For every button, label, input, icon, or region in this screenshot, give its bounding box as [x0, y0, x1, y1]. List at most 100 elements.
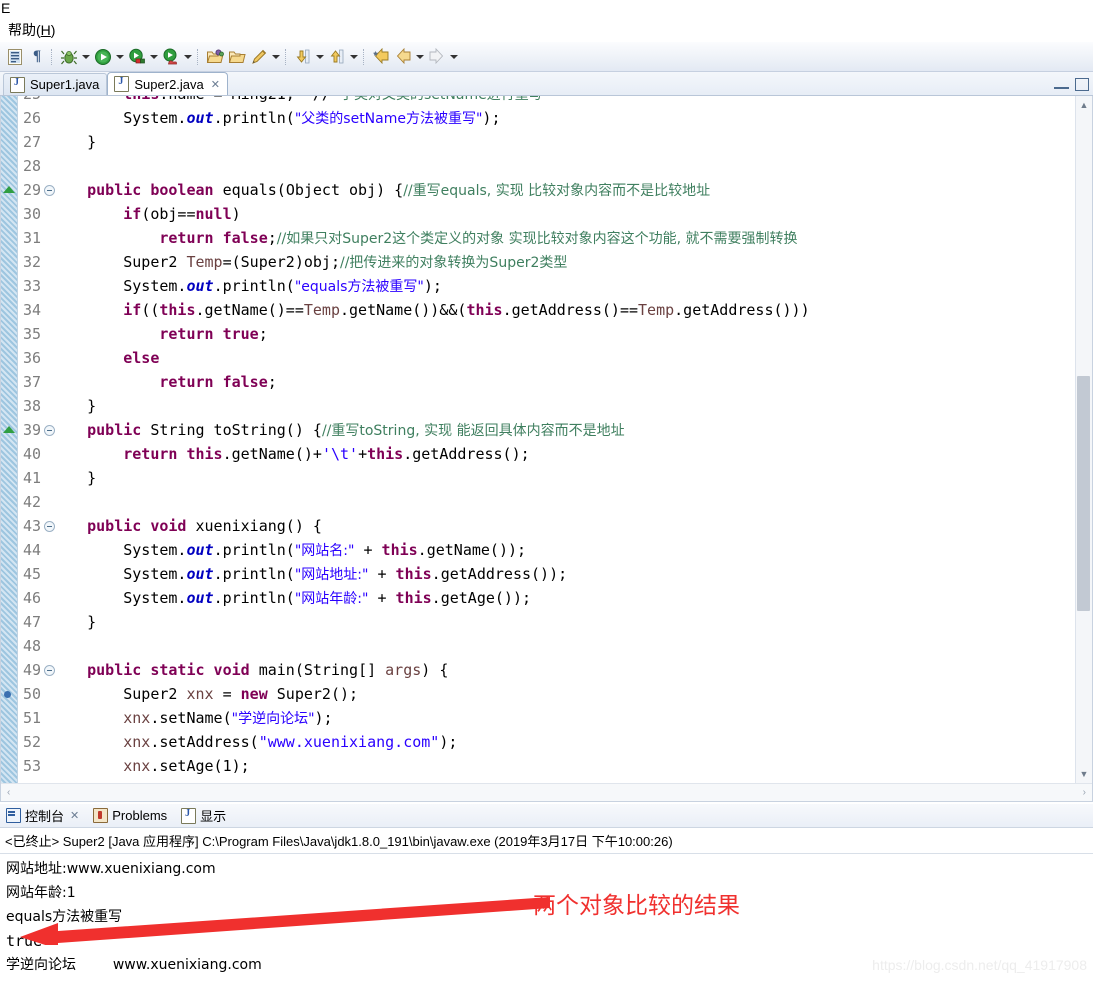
console-tab-label: Problems	[112, 808, 168, 823]
code-line[interactable]: 40 return this.getName()+'\t'+this.getAd…	[1, 442, 1076, 466]
code-line[interactable]: 33 System.out.println("equals方法被重写");	[1, 274, 1076, 298]
console-tab-console[interactable]: 控制台 ✕	[6, 806, 79, 825]
code-line[interactable]: 35 return true;	[1, 322, 1076, 346]
toolbar-separator	[51, 48, 55, 65]
console-icon	[6, 808, 21, 823]
previous-annotation-icon[interactable]	[292, 46, 314, 68]
window-top-strip: IDE 帮助(H)	[0, 0, 1093, 42]
console-tab-bar: 控制台 ✕ Problems 显示	[0, 804, 1093, 828]
run-dropdown-arrow[interactable]	[114, 47, 126, 67]
last-edit-location-icon[interactable]	[370, 46, 392, 68]
forward-dropdown-arrow[interactable]	[448, 47, 460, 67]
editor-tab-super2[interactable]: Super2.java ✕	[107, 72, 228, 95]
code-line[interactable]: 27 }	[1, 130, 1076, 154]
code-line[interactable]: 44 System.out.println("网站名:" + this.getN…	[1, 538, 1076, 562]
code-text: }	[51, 613, 97, 631]
editor-tab-label: Super2.java	[134, 76, 204, 92]
code-line[interactable]: 51 xnx.setName("学逆向论坛");	[1, 706, 1076, 730]
open-type-icon[interactable]	[4, 46, 26, 68]
run-icon[interactable]	[92, 46, 114, 68]
code-line[interactable]: 46 System.out.println("网站年龄:" + this.get…	[1, 586, 1076, 610]
fold-toggle-icon[interactable]	[44, 425, 55, 436]
code-line[interactable]: 42	[1, 490, 1076, 514]
code-line[interactable]: 34 if((this.getName()==Temp.getName())&&…	[1, 298, 1076, 322]
pilcrow-icon[interactable]: ¶	[26, 46, 48, 68]
next-annotation-icon[interactable]	[326, 46, 348, 68]
minimize-icon[interactable]	[1054, 79, 1069, 89]
close-icon[interactable]: ✕	[70, 809, 79, 822]
code-lines: 25 this.name = Ming21; // 子类对父类的setName进…	[1, 96, 1076, 778]
next-annotation-dropdown-arrow[interactable]	[348, 47, 360, 67]
forward-icon[interactable]	[426, 46, 448, 68]
code-line[interactable]: 30 if(obj==null)	[1, 202, 1076, 226]
fold-toggle-icon[interactable]	[44, 521, 55, 532]
scrollbar-thumb[interactable]	[1077, 376, 1090, 611]
maximize-icon[interactable]	[1075, 77, 1089, 91]
code-line[interactable]: 32 Super2 Temp=(Super2)obj;//把传进来的对象转换为S…	[1, 250, 1076, 274]
editor-horizontal-scrollbar[interactable]: ‹ ›	[1, 783, 1092, 801]
editor-vertical-scrollbar[interactable]: ▲ ▼	[1075, 96, 1092, 783]
toolbar-separator-3	[285, 48, 289, 65]
line-number: 52	[22, 733, 41, 751]
code-text: Super2 xnx = new Super2();	[123, 685, 359, 703]
scroll-right-icon[interactable]: ›	[1083, 787, 1086, 798]
code-line[interactable]: 41 }	[1, 466, 1076, 490]
editor-tab-label: Super1.java	[30, 77, 100, 92]
scroll-up-icon[interactable]: ▲	[1078, 99, 1090, 111]
code-text: return this.getName()+'\t'+this.getAddre…	[123, 445, 530, 463]
scroll-down-icon[interactable]: ▼	[1078, 768, 1090, 780]
code-line[interactable]: 43 public void xuenixiang() {	[1, 514, 1076, 538]
breakpoint-icon[interactable]	[4, 691, 11, 698]
previous-annotation-dropdown-arrow[interactable]	[314, 47, 326, 67]
code-line[interactable]: 38 }	[1, 394, 1076, 418]
line-number: 47	[22, 613, 41, 631]
display-icon	[181, 807, 197, 824]
code-line[interactable]: 52 xnx.setAddress("www.xuenixiang.com");	[1, 730, 1076, 754]
code-line[interactable]: 47 }	[1, 610, 1076, 634]
fold-toggle-icon[interactable]	[44, 185, 55, 196]
code-line[interactable]: 45 System.out.println("网站地址:" + this.get…	[1, 562, 1076, 586]
code-line[interactable]: 36 else	[1, 346, 1076, 370]
menu-item-help[interactable]: 帮助(H)	[0, 19, 63, 41]
console-tab-display[interactable]: 显示	[181, 806, 226, 825]
code-line[interactable]: 25 this.name = Ming21; // 子类对父类的setName进…	[1, 96, 1076, 106]
code-editor[interactable]: 25 this.name = Ming21; // 子类对父类的setName进…	[0, 96, 1093, 802]
editor-tab-bar: Super1.java Super2.java ✕	[0, 72, 1093, 96]
code-line[interactable]: 31 return false;//如果只对Super2这个类定义的对象 实现比…	[1, 226, 1076, 250]
external-tools-icon[interactable]	[160, 46, 182, 68]
line-number: 42	[22, 493, 41, 511]
code-line[interactable]: 26 System.out.println("父类的setName方法被重写")…	[1, 106, 1076, 130]
line-number: 27	[22, 133, 41, 151]
fold-toggle-icon[interactable]	[44, 665, 55, 676]
back-icon[interactable]	[392, 46, 414, 68]
debug-icon[interactable]	[58, 46, 80, 68]
coverage-dropdown-arrow[interactable]	[148, 47, 160, 67]
console-tab-label: 控制台	[25, 809, 65, 824]
main-toolbar: ¶	[0, 42, 1093, 72]
scroll-left-icon[interactable]: ‹	[7, 787, 10, 798]
back-dropdown-arrow[interactable]	[414, 47, 426, 67]
pencil-dropdown-arrow[interactable]	[270, 47, 282, 67]
run-coverage-icon[interactable]	[126, 46, 148, 68]
pencil-icon[interactable]	[248, 46, 270, 68]
code-line[interactable]: 29 public boolean equals(Object obj) {//…	[1, 178, 1076, 202]
code-line[interactable]: 50 Super2 xnx = new Super2();	[1, 682, 1076, 706]
line-number: 25	[1, 96, 47, 106]
editor-tab-super1[interactable]: Super1.java	[3, 73, 108, 95]
new-java-project-icon[interactable]	[204, 46, 226, 68]
close-icon[interactable]: ✕	[211, 78, 220, 91]
external-tools-dropdown-arrow[interactable]	[182, 47, 194, 67]
code-line[interactable]: 53 xnx.setAge(1);	[1, 754, 1076, 778]
code-text: System.out.println("网站名:" + this.getName…	[51, 541, 527, 559]
code-line[interactable]: 48	[1, 634, 1076, 658]
debug-dropdown-arrow[interactable]	[80, 47, 92, 67]
code-line[interactable]: 39 public String toString() {//重写toStrin…	[1, 418, 1076, 442]
code-line[interactable]: 49 public static void main(String[] args…	[1, 658, 1076, 682]
code-line[interactable]: 37 return false;	[1, 370, 1076, 394]
line-number: 26	[22, 109, 41, 127]
code-line[interactable]: 28	[1, 154, 1076, 178]
console-tab-problems[interactable]: Problems	[93, 808, 167, 823]
new-folder-icon[interactable]	[226, 46, 248, 68]
watermark-text: https://blog.csdn.net/qq_41917908	[872, 957, 1087, 973]
